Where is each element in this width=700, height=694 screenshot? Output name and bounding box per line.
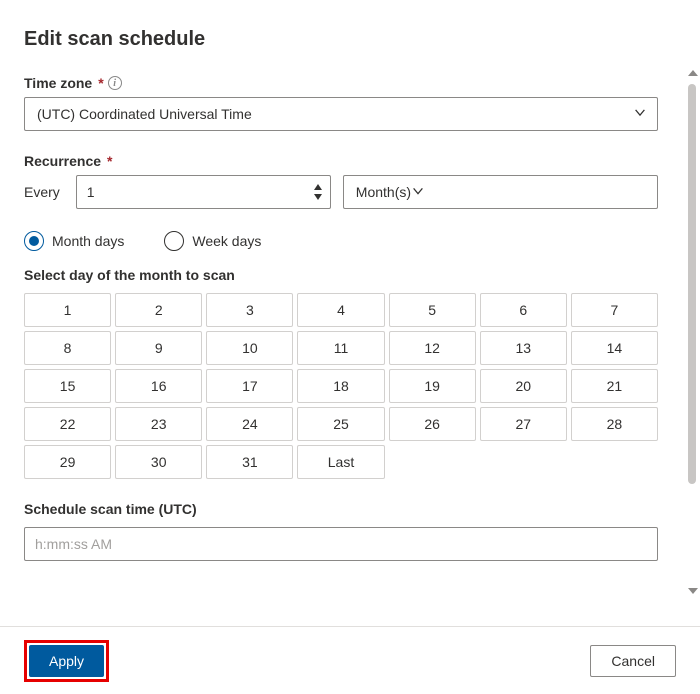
spinner-down[interactable] xyxy=(310,192,326,202)
every-input[interactable]: 1 xyxy=(76,175,331,209)
chevron-down-icon xyxy=(411,184,425,201)
radio-month-days-label: Month days xyxy=(52,233,124,249)
every-value: 1 xyxy=(87,184,95,200)
recurrence-label: Recurrence * xyxy=(24,153,658,169)
day-cell[interactable]: 22 xyxy=(24,407,111,441)
day-cell[interactable]: 14 xyxy=(571,331,658,365)
recurrence-unit-value: Month(s) xyxy=(356,184,411,200)
scroll-thumb[interactable] xyxy=(688,84,696,484)
chevron-down-icon xyxy=(633,106,647,123)
day-cell[interactable]: 9 xyxy=(115,331,202,365)
day-cell[interactable]: 5 xyxy=(389,293,476,327)
radio-month-days[interactable]: Month days xyxy=(24,231,124,251)
timezone-value: (UTC) Coordinated Universal Time xyxy=(37,106,252,122)
day-cell[interactable]: 4 xyxy=(297,293,384,327)
day-cell[interactable]: 19 xyxy=(389,369,476,403)
day-cell[interactable]: 21 xyxy=(571,369,658,403)
day-cell[interactable]: 10 xyxy=(206,331,293,365)
day-cell[interactable]: 2 xyxy=(115,293,202,327)
day-cell[interactable]: 8 xyxy=(24,331,111,365)
day-cell[interactable]: 20 xyxy=(480,369,567,403)
spinner-up[interactable] xyxy=(310,182,326,192)
day-grid: 1234567891011121314151617181920212223242… xyxy=(24,293,658,479)
day-cell[interactable]: 3 xyxy=(206,293,293,327)
day-cell[interactable]: 28 xyxy=(571,407,658,441)
footer: Apply Cancel xyxy=(0,626,700,694)
scan-time-label: Schedule scan time (UTC) xyxy=(24,501,658,517)
scroll-up-icon[interactable] xyxy=(688,70,698,76)
page-title: Edit scan schedule xyxy=(24,28,658,51)
day-cell[interactable]: 16 xyxy=(115,369,202,403)
radio-circle-icon xyxy=(24,231,44,251)
radio-circle-icon xyxy=(164,231,184,251)
required-asterisk: * xyxy=(107,153,112,169)
day-cell[interactable]: 13 xyxy=(480,331,567,365)
apply-button[interactable]: Apply xyxy=(29,645,104,677)
day-cell[interactable]: 1 xyxy=(24,293,111,327)
day-cell[interactable]: 23 xyxy=(115,407,202,441)
day-cell[interactable]: 6 xyxy=(480,293,567,327)
timezone-label: Time zone * i xyxy=(24,75,658,91)
day-cell[interactable]: 30 xyxy=(115,445,202,479)
day-cell[interactable]: 11 xyxy=(297,331,384,365)
day-cell[interactable]: 15 xyxy=(24,369,111,403)
day-select-label: Select day of the month to scan xyxy=(24,267,658,283)
day-cell[interactable]: 31 xyxy=(206,445,293,479)
day-cell[interactable]: 25 xyxy=(297,407,384,441)
day-cell[interactable]: 17 xyxy=(206,369,293,403)
timezone-select[interactable]: (UTC) Coordinated Universal Time xyxy=(24,97,658,131)
every-label: Every xyxy=(24,184,60,200)
day-cell[interactable]: 24 xyxy=(206,407,293,441)
radio-week-days-label: Week days xyxy=(192,233,261,249)
day-cell[interactable]: 29 xyxy=(24,445,111,479)
day-cell[interactable]: 26 xyxy=(389,407,476,441)
info-icon[interactable]: i xyxy=(108,76,122,90)
scan-time-input[interactable] xyxy=(24,527,658,561)
apply-highlight: Apply xyxy=(24,640,109,682)
day-cell[interactable]: 18 xyxy=(297,369,384,403)
day-cell[interactable]: 27 xyxy=(480,407,567,441)
day-cell[interactable]: Last xyxy=(297,445,384,479)
day-cell[interactable]: 12 xyxy=(389,331,476,365)
cancel-button[interactable]: Cancel xyxy=(590,645,676,677)
required-asterisk: * xyxy=(98,75,103,91)
day-cell[interactable]: 7 xyxy=(571,293,658,327)
recurrence-unit-select[interactable]: Month(s) xyxy=(343,175,658,209)
scroll-down-icon[interactable] xyxy=(688,588,698,594)
radio-week-days[interactable]: Week days xyxy=(164,231,261,251)
scrollbar[interactable] xyxy=(688,70,696,600)
